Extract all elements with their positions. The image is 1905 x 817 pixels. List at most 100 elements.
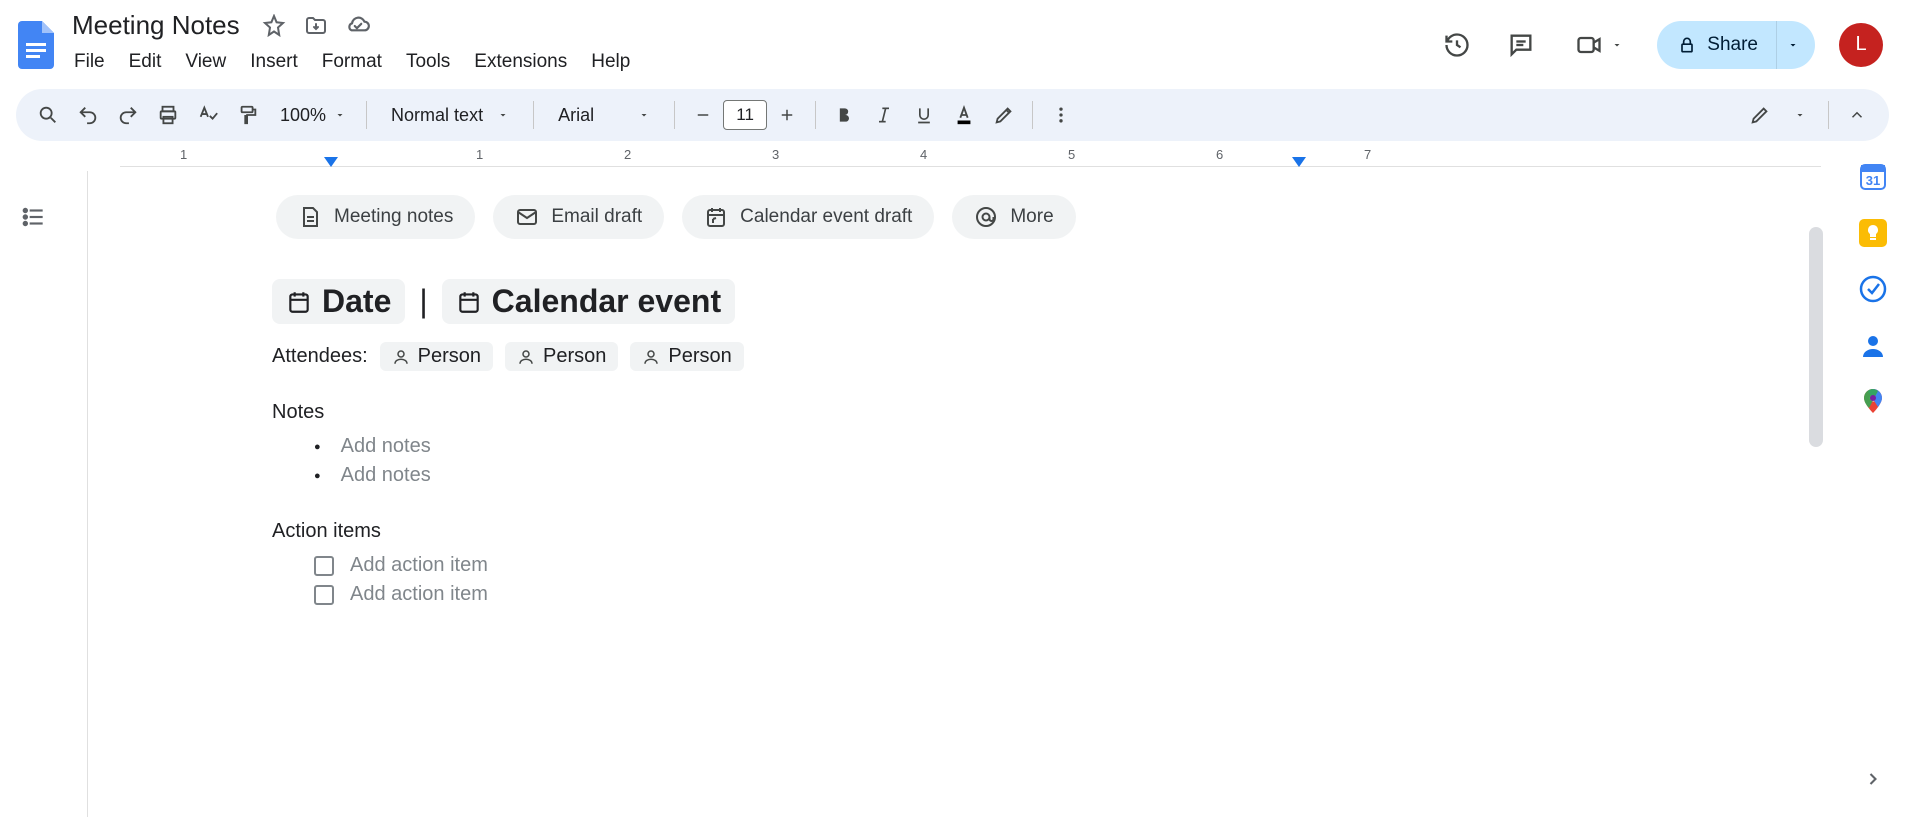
action-placeholder: Add action item: [350, 583, 488, 606]
font-value: Arial: [558, 105, 594, 126]
separator: [1032, 101, 1033, 129]
attendees-label: Attendees:: [272, 345, 368, 368]
more-options-button[interactable]: [1043, 97, 1079, 133]
avatar-letter: L: [1855, 33, 1866, 56]
underline-button[interactable]: [906, 97, 942, 133]
share-dropdown[interactable]: [1776, 21, 1815, 69]
chip-calendar-draft[interactable]: Calendar event draft: [682, 195, 934, 239]
horizontal-ruler[interactable]: 1 1 2 3 4 5 6 7: [120, 147, 1821, 167]
style-select[interactable]: Normal text: [377, 105, 523, 126]
ruler-number: 6: [1216, 147, 1223, 162]
toolbar: 100% Normal text Arial: [16, 89, 1889, 141]
paint-format-button[interactable]: [230, 97, 266, 133]
history-icon[interactable]: [1437, 25, 1477, 65]
contacts-app-icon[interactable]: [1859, 331, 1887, 359]
note-placeholder: Add notes: [341, 464, 431, 487]
zoom-select[interactable]: 100%: [270, 105, 356, 126]
at-icon: [974, 205, 998, 229]
keep-app-icon[interactable]: [1859, 219, 1887, 247]
chip-more[interactable]: More: [952, 195, 1075, 239]
star-icon[interactable]: [260, 12, 288, 40]
calendar-icon: [286, 289, 312, 315]
chip-label: Calendar event draft: [740, 206, 912, 228]
editing-mode-button[interactable]: [1742, 97, 1778, 133]
font-select[interactable]: Arial: [544, 105, 664, 126]
email-icon: [515, 205, 539, 229]
spellcheck-button[interactable]: [190, 97, 226, 133]
meet-button[interactable]: [1565, 25, 1633, 65]
person-icon: [642, 348, 660, 366]
svg-text:31: 31: [1866, 173, 1880, 188]
editing-mode-dropdown[interactable]: [1782, 97, 1818, 133]
text-color-button[interactable]: [946, 97, 982, 133]
side-panel: 31: [1841, 147, 1905, 817]
share-label: Share: [1707, 34, 1758, 56]
chip-label: Meeting notes: [334, 206, 453, 228]
chevron-down-icon: [497, 109, 509, 121]
ruler-number: 2: [624, 147, 631, 162]
calendar-chip-label: Calendar event: [492, 283, 721, 320]
style-value: Normal text: [391, 105, 483, 126]
chip-label: More: [1010, 206, 1053, 228]
note-item[interactable]: Add notes: [314, 432, 1675, 461]
checkbox[interactable]: [314, 556, 334, 576]
document-title[interactable]: Meeting Notes: [66, 8, 246, 43]
bold-button[interactable]: [826, 97, 862, 133]
share-button[interactable]: Share: [1657, 21, 1815, 69]
calendar-app-icon[interactable]: 31: [1859, 163, 1887, 191]
print-button[interactable]: [150, 97, 186, 133]
avatar[interactable]: L: [1839, 23, 1883, 67]
person-chip[interactable]: Person: [505, 342, 618, 371]
redo-button[interactable]: [110, 97, 146, 133]
menu-extensions[interactable]: Extensions: [463, 45, 578, 79]
person-icon: [392, 348, 410, 366]
vertical-ruler[interactable]: [68, 171, 88, 817]
collapse-side-panel-button[interactable]: [1855, 761, 1891, 797]
menu-file[interactable]: File: [66, 45, 116, 79]
docs-logo[interactable]: [16, 25, 56, 65]
menu-insert[interactable]: Insert: [239, 45, 309, 79]
separator: [366, 101, 367, 129]
document-page[interactable]: Meeting notes Email draft Calendar event…: [122, 167, 1825, 609]
move-icon[interactable]: [302, 12, 330, 40]
tasks-app-icon[interactable]: [1859, 275, 1887, 303]
undo-button[interactable]: [70, 97, 106, 133]
chevron-down-icon: [334, 109, 346, 121]
note-item[interactable]: Add notes: [314, 461, 1675, 490]
outline-button[interactable]: [16, 199, 52, 235]
chip-meeting-notes[interactable]: Meeting notes: [276, 195, 475, 239]
menu-tools[interactable]: Tools: [395, 45, 461, 79]
date-chip[interactable]: Date: [272, 279, 405, 324]
date-chip-label: Date: [322, 283, 391, 320]
font-size-input[interactable]: [723, 100, 767, 130]
action-item[interactable]: Add action item: [314, 580, 1675, 609]
note-placeholder: Add notes: [341, 435, 431, 458]
search-icon[interactable]: [30, 97, 66, 133]
action-item[interactable]: Add action item: [314, 551, 1675, 580]
calendar-event-chip[interactable]: Calendar event: [442, 279, 735, 324]
person-icon: [517, 348, 535, 366]
chip-email-draft[interactable]: Email draft: [493, 195, 664, 239]
person-chip[interactable]: Person: [630, 342, 743, 371]
cloud-status-icon[interactable]: [344, 12, 372, 40]
menu-edit[interactable]: Edit: [118, 45, 173, 79]
collapse-toolbar-button[interactable]: [1839, 97, 1875, 133]
menu-view[interactable]: View: [174, 45, 237, 79]
highlight-button[interactable]: [986, 97, 1022, 133]
separator: [815, 101, 816, 129]
calendar-icon: [704, 205, 728, 229]
menu-format[interactable]: Format: [311, 45, 393, 79]
checkbox[interactable]: [314, 585, 334, 605]
font-size-decrease[interactable]: [685, 97, 721, 133]
separator: [674, 101, 675, 129]
comment-icon[interactable]: [1501, 25, 1541, 65]
person-label: Person: [418, 345, 481, 368]
vertical-scrollbar[interactable]: [1809, 227, 1823, 447]
maps-app-icon[interactable]: [1859, 387, 1887, 415]
font-size-increase[interactable]: [769, 97, 805, 133]
person-chip[interactable]: Person: [380, 342, 493, 371]
person-label: Person: [668, 345, 731, 368]
menu-help[interactable]: Help: [580, 45, 641, 79]
heading-separator: |: [419, 283, 427, 320]
italic-button[interactable]: [866, 97, 902, 133]
